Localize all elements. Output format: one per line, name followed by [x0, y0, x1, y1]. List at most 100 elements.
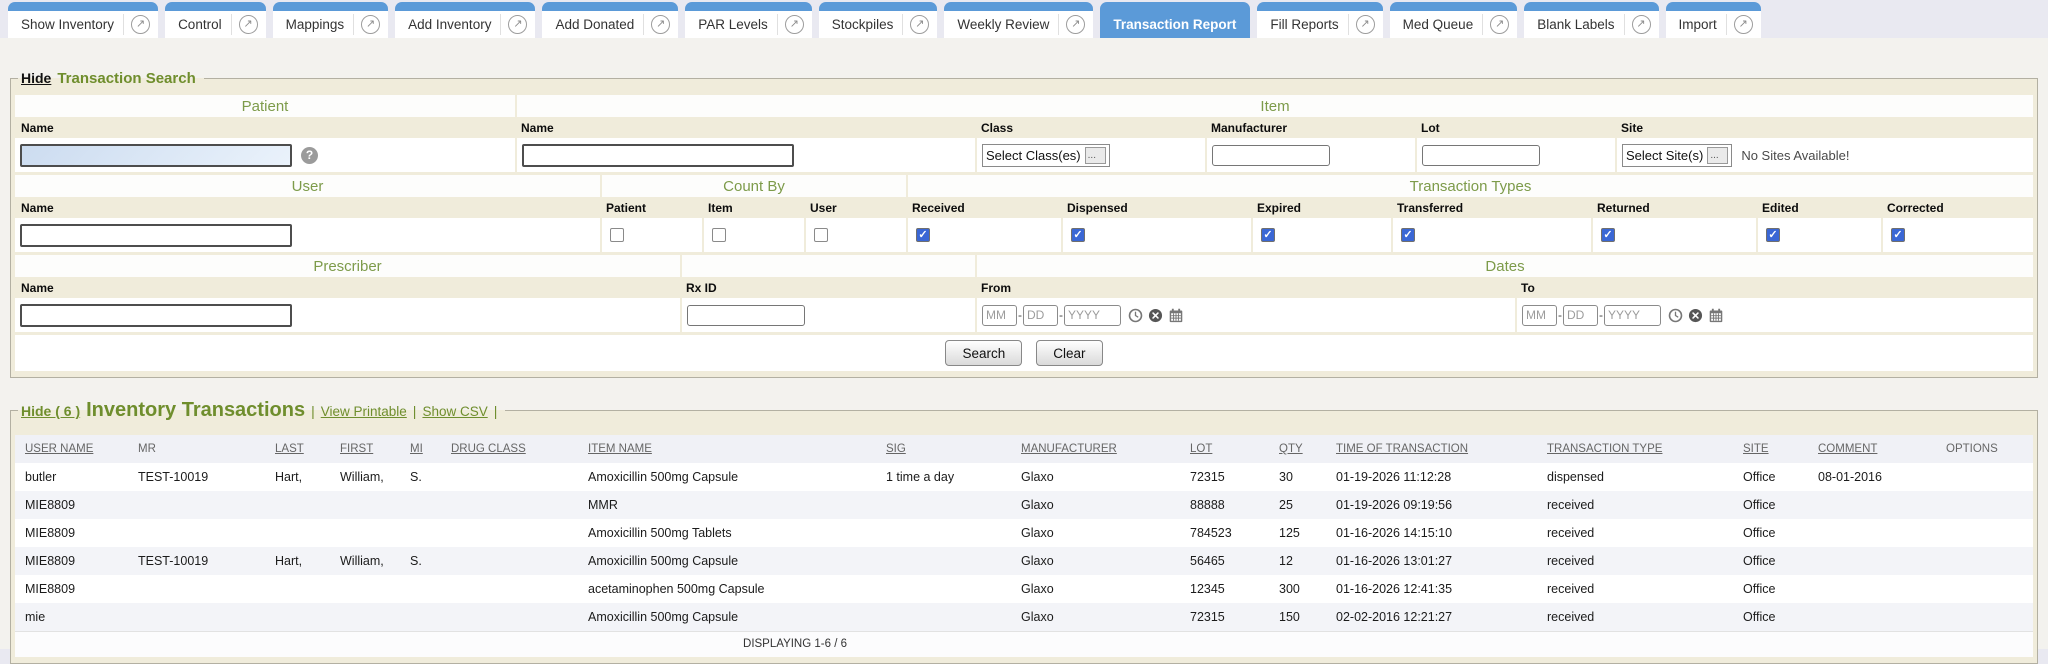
tab-fill-reports[interactable]: Fill Reports↗ — [1257, 2, 1382, 38]
class-picker-button[interactable]: ... — [1085, 147, 1106, 164]
from-clear-icon[interactable] — [1148, 308, 1163, 323]
tab-blank-labels[interactable]: Blank Labels↗ — [1524, 2, 1658, 38]
returned-checkbox[interactable]: ✓ — [1601, 228, 1615, 242]
hide-search-link[interactable]: Hide — [21, 70, 51, 86]
expired-checkbox[interactable]: ✓ — [1261, 228, 1275, 242]
column-header-sig[interactable]: SIG — [886, 435, 1021, 463]
view-printable-link[interactable]: View Printable — [321, 404, 407, 419]
transferred-cell: ✓ — [1391, 218, 1591, 252]
cell-lot: 56465 — [1190, 547, 1279, 575]
tab-mappings[interactable]: Mappings↗ — [273, 2, 389, 38]
search-buttons-row: Search Clear — [15, 335, 2033, 371]
column-header-mi[interactable]: MI — [410, 435, 451, 463]
transaction-types-section-header: Transaction Types — [906, 175, 2033, 197]
column-header-item-name[interactable]: ITEM NAME — [588, 435, 886, 463]
section-headers-row-2: User Count By Transaction Types — [15, 175, 2033, 197]
tab-add-donated[interactable]: Add Donated↗ — [542, 2, 678, 38]
patient-checkbox[interactable] — [610, 228, 624, 242]
from-year-input[interactable] — [1064, 305, 1121, 326]
column-header-time-of-transaction[interactable]: TIME OF TRANSACTION — [1336, 435, 1547, 463]
corrected-cell: ✓ — [1881, 218, 2033, 252]
open-in-new-window-icon[interactable]: ↗ — [361, 15, 380, 34]
prescriber-name-input[interactable] — [20, 304, 292, 327]
from-month-input[interactable] — [982, 305, 1017, 326]
tab-par-levels[interactable]: PAR Levels↗ — [685, 2, 812, 38]
column-header-last[interactable]: LAST — [275, 435, 340, 463]
tab-import[interactable]: Import↗ — [1666, 2, 1761, 38]
edited-checkbox[interactable]: ✓ — [1766, 228, 1780, 242]
tab-weekly-review[interactable]: Weekly Review↗ — [944, 2, 1093, 38]
hide-results-link[interactable]: Hide ( 6 ) — [21, 403, 80, 419]
open-in-new-window-icon[interactable]: ↗ — [131, 15, 150, 34]
patient-help-icon[interactable]: ? — [301, 147, 318, 164]
prescriber-section-header: Prescriber — [15, 255, 680, 277]
item-name-input[interactable] — [522, 144, 794, 167]
lot-input[interactable] — [1422, 145, 1540, 166]
column-header-label: LOT — [1190, 443, 1212, 455]
column-header-manufacturer[interactable]: MANUFACTURER — [1021, 435, 1190, 463]
tab-control[interactable]: Control↗ — [165, 2, 266, 38]
open-in-new-window-icon[interactable]: ↗ — [910, 15, 929, 34]
tab-med-queue[interactable]: Med Queue↗ — [1390, 2, 1518, 38]
from-clock-icon[interactable] — [1128, 308, 1143, 323]
cell-qty: 150 — [1279, 603, 1336, 631]
open-in-new-window-icon[interactable]: ↗ — [1632, 15, 1651, 34]
open-in-new-window-icon[interactable]: ↗ — [1734, 15, 1753, 34]
transferred-checkbox[interactable]: ✓ — [1401, 228, 1415, 242]
rx-id-input[interactable] — [687, 305, 805, 326]
column-header-lot[interactable]: LOT — [1190, 435, 1279, 463]
cell-sig — [886, 575, 1021, 603]
corrected-checkbox[interactable]: ✓ — [1891, 228, 1905, 242]
to-clear-icon[interactable] — [1688, 308, 1703, 323]
to-month-input[interactable] — [1522, 305, 1557, 326]
table-header-row: USER NAMEMRLASTFIRSTMIDRUG CLASSITEM NAM… — [15, 435, 2033, 463]
tab-add-inventory[interactable]: Add Inventory↗ — [395, 2, 535, 38]
to-year-input[interactable] — [1604, 305, 1661, 326]
column-header-comment[interactable]: COMMENT — [1818, 435, 1946, 463]
show-csv-link[interactable]: Show CSV — [422, 404, 487, 419]
table-row: butlerTEST-10019Hart,William,S.Amoxicill… — [15, 463, 2033, 491]
tab-stockpiles[interactable]: Stockpiles↗ — [819, 2, 938, 38]
search-button[interactable]: Search — [945, 340, 1022, 366]
received-checkbox[interactable]: ✓ — [916, 228, 930, 242]
cell-mi — [410, 491, 451, 519]
site-label: Site — [1615, 117, 2033, 138]
dispensed-checkbox[interactable]: ✓ — [1071, 228, 1085, 242]
to-day-input[interactable] — [1563, 305, 1598, 326]
column-header-transaction-type[interactable]: TRANSACTION TYPE — [1547, 435, 1743, 463]
user-checkbox[interactable] — [814, 228, 828, 242]
open-in-new-window-icon[interactable]: ↗ — [239, 15, 258, 34]
item-section-header: Item — [515, 95, 2033, 117]
to-clock-icon[interactable] — [1668, 308, 1683, 323]
open-in-new-window-icon[interactable]: ↗ — [785, 15, 804, 34]
column-header-site[interactable]: SITE — [1743, 435, 1818, 463]
to-calendar-icon[interactable] — [1708, 308, 1724, 323]
open-in-new-window-icon[interactable]: ↗ — [1356, 15, 1375, 34]
clear-button[interactable]: Clear — [1036, 340, 1102, 366]
open-in-new-window-icon[interactable]: ↗ — [1066, 15, 1085, 34]
tab-divider — [231, 14, 232, 35]
tab-transaction-report[interactable]: Transaction Report — [1100, 2, 1250, 38]
column-header-first[interactable]: FIRST — [340, 435, 410, 463]
from-day-input[interactable] — [1023, 305, 1058, 326]
rx-id-label: Rx ID — [680, 277, 975, 298]
tab-show-inventory[interactable]: Show Inventory↗ — [8, 2, 158, 38]
from-calendar-icon[interactable] — [1168, 308, 1184, 323]
column-header-drug-class[interactable]: DRUG CLASS — [451, 435, 588, 463]
item-checkbox[interactable] — [712, 228, 726, 242]
column-header-qty[interactable]: QTY — [1279, 435, 1336, 463]
cell-time-of-transaction: 01-16-2026 13:01:27 — [1336, 547, 1547, 575]
patient-name-label: Name — [15, 117, 515, 138]
site-select-box[interactable]: Select Site(s) ... — [1622, 144, 1732, 167]
class-select-box[interactable]: Select Class(es) ... — [982, 144, 1110, 167]
open-in-new-window-icon[interactable]: ↗ — [651, 15, 670, 34]
open-in-new-window-icon[interactable]: ↗ — [508, 15, 527, 34]
manufacturer-input[interactable] — [1212, 145, 1330, 166]
open-in-new-window-icon[interactable]: ↗ — [1490, 15, 1509, 34]
patient-name-input[interactable] — [20, 144, 292, 167]
site-picker-button[interactable]: ... — [1707, 147, 1728, 164]
column-header-user-name[interactable]: USER NAME — [15, 435, 138, 463]
tt-input-cells: ✓ ✓ ✓ ✓ ✓ ✓ ✓ — [906, 218, 2033, 252]
user-name-input[interactable] — [20, 224, 292, 247]
cell-comment — [1818, 519, 1946, 547]
